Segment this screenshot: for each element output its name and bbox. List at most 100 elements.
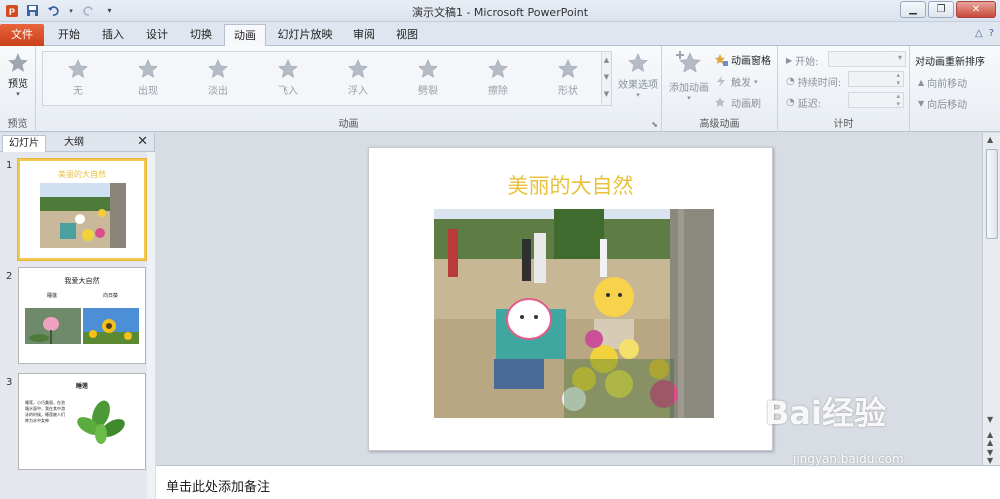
start-label: 开始: — [795, 57, 819, 68]
delay-spinner[interactable]: ▴ ▾ — [848, 92, 904, 108]
ribbon-tabs: 文件 开始 插入 设计 切换 动画 幻灯片放映 审阅 视图 △ ? — [0, 22, 1000, 47]
duration-spinner[interactable]: ▴ ▾ — [848, 71, 904, 87]
thumb-caption: 睡莲 — [47, 293, 58, 299]
tab-slideshow[interactable]: 幻灯片放映 — [270, 24, 340, 46]
panel-scrollbar[interactable] — [147, 152, 155, 499]
restore-button[interactable]: ❐ — [928, 1, 954, 18]
tab-transitions[interactable]: 切换 — [180, 24, 222, 46]
move-later-button[interactable]: ▼ 向后移动 — [918, 96, 967, 111]
trigger-label: 触发 — [731, 78, 751, 89]
thumb-body: 睡莲，小巧美丽，在池塘水面中，我在其中游泳的时候，睡莲被人们称为水中女神 — [25, 400, 65, 423]
lotus-image — [25, 308, 81, 344]
effect-options-icon — [628, 53, 648, 72]
add-animation-button[interactable]: 添加动画 ▾ — [666, 50, 712, 102]
slide-thumbnail-3[interactable]: 睡莲 睡莲，小巧美丽，在池塘水面中，我在其中游泳的时候，睡莲被人们称为水中女神 — [18, 373, 146, 470]
gallery-label: 劈裂 — [418, 86, 438, 97]
chevron-down-icon: ▾ — [897, 53, 902, 62]
tab-outline[interactable]: 大纲 — [58, 135, 90, 152]
dialog-launcher-icon[interactable]: ⬊ — [651, 120, 658, 129]
preview-button[interactable]: 预览 ▾ — [5, 52, 31, 98]
nature-photo — [434, 209, 714, 418]
slide-thumbnail-1[interactable]: 美丽的大自然 — [18, 159, 146, 260]
slide-number: 1 — [6, 160, 13, 171]
minimize-ribbon-icon[interactable]: △ — [975, 28, 983, 39]
chevron-down-icon: ▾ — [754, 77, 758, 86]
gallery-item-fade[interactable]: 淡出 — [188, 58, 248, 97]
slide-number: 3 — [6, 377, 13, 388]
notes-pane[interactable]: 单击此处添加备注 — [156, 465, 1000, 499]
scroll-down-icon[interactable]: ▼ — [987, 415, 993, 424]
gallery-more-icon[interactable]: ▼ — [602, 86, 611, 103]
close-icon[interactable]: ✕ — [137, 134, 148, 149]
chevron-down-icon: ▾ — [636, 91, 640, 99]
tab-insert[interactable]: 插入 — [92, 24, 134, 46]
star-icon — [208, 59, 228, 78]
advanced-group-label: 高级动画 — [699, 119, 740, 130]
slide-number: 2 — [6, 271, 13, 282]
animation-group-label: 动画 — [338, 119, 359, 130]
star-icon — [348, 59, 368, 78]
tab-file[interactable]: 文件 — [0, 24, 44, 46]
thumb-title: 睡莲 — [75, 383, 88, 390]
next-slide-icon[interactable]: ▼ ▼ — [987, 449, 993, 465]
timing-group: ▶ 开始: ▾ ◔ 持续时间: ▴ ▾ ◔ 延迟: ▴ ▾ 计时 — [778, 46, 910, 132]
trigger-button[interactable]: 触发 ▾ — [714, 74, 758, 89]
add-animation-label: 添加动画 — [669, 83, 709, 94]
close-button[interactable]: ✕ — [956, 1, 996, 18]
gallery-item-float-in[interactable]: 浮入 — [328, 58, 388, 97]
delay-label: 延迟: — [797, 99, 822, 110]
tab-view[interactable]: 视图 — [388, 24, 426, 46]
scroll-up-icon[interactable]: ▲ — [987, 135, 993, 144]
spinner-arrows-icon[interactable]: ▴ ▾ — [896, 92, 900, 108]
tab-design[interactable]: 设计 — [136, 24, 178, 46]
gallery-label: 飞入 — [278, 86, 298, 97]
effect-options-button[interactable]: 效果选项 ▾ — [616, 52, 660, 99]
gallery-item-none[interactable]: 无 — [48, 58, 108, 97]
tab-home[interactable]: 开始 — [48, 24, 90, 46]
title-bar: P ▾ ▾ 演示文稿1 - Microsoft PowerPoint ▁ ❐ ✕ — [0, 0, 1000, 22]
tab-review[interactable]: 审阅 — [344, 24, 384, 46]
slide-photo[interactable] — [434, 209, 714, 418]
gallery-item-split[interactable]: 劈裂 — [398, 58, 458, 97]
gallery-scroll[interactable]: ▲ ▼ ▼ — [601, 52, 611, 105]
move-earlier-button[interactable]: ▲ 向前移动 — [918, 75, 967, 90]
reorder-group: 对动画重新排序 ▲ 向前移动 ▼ 向后移动 — [910, 46, 1000, 132]
animation-painter-label: 动画刷 — [731, 99, 761, 110]
help-icon[interactable]: ? — [989, 28, 994, 39]
scroll-down-icon[interactable]: ▼ — [602, 69, 611, 86]
chevron-down-icon: ▾ — [687, 94, 691, 102]
ribbon-controls: △ ? — [975, 28, 994, 39]
sunflower-image — [83, 308, 139, 344]
move-later-label: 向后移动 — [927, 100, 968, 111]
notes-placeholder: 单击此处添加备注 — [166, 480, 271, 495]
duration-label-row: ◔ 持续时间: — [786, 74, 841, 89]
baidu-watermark: Bai经验 — [765, 394, 886, 432]
animation-painter-button[interactable]: 动画刷 — [714, 95, 761, 110]
animation-pane-label: 动画窗格 — [731, 56, 771, 67]
thumb-caption: 向日葵 — [103, 293, 119, 299]
gallery-label: 无 — [73, 86, 83, 97]
start-dropdown[interactable]: ▾ — [828, 51, 906, 67]
tab-animations[interactable]: 动画 — [224, 24, 266, 47]
gallery-item-shape[interactable]: 形状 — [538, 58, 598, 97]
gallery-item-fly-in[interactable]: 飞入 — [258, 58, 318, 97]
lightning-icon — [717, 76, 725, 87]
scroll-up-icon[interactable]: ▲ — [602, 52, 611, 69]
gallery-item-wipe[interactable]: 擦除 — [468, 58, 528, 97]
animation-pane-button[interactable]: 动画窗格 — [714, 52, 771, 67]
spinner-arrows-icon[interactable]: ▴ ▾ — [896, 71, 900, 87]
minimize-button[interactable]: ▁ — [900, 1, 926, 18]
effect-options-label: 效果选项 — [618, 80, 658, 91]
slide-title[interactable]: 美丽的大自然 — [369, 170, 772, 200]
previous-slide-icon[interactable]: ▲ ▲ — [987, 431, 993, 447]
vertical-scrollbar[interactable]: ▲ ▼ ▲ ▲ ▼ ▼ — [982, 133, 1000, 465]
scroll-thumb[interactable] — [986, 149, 998, 239]
thumb-title: 我爱大自然 — [64, 277, 100, 285]
add-animation-icon — [676, 51, 701, 73]
thumb-photo — [40, 183, 126, 248]
gallery-item-appear[interactable]: 出现 — [118, 58, 178, 97]
current-slide[interactable]: 美丽的大自然 — [368, 147, 773, 451]
reorder-title: 对动画重新排序 — [915, 57, 985, 68]
slide-thumbnail-2[interactable]: 我爱大自然 睡莲 向日葵 — [18, 267, 146, 364]
tab-slides[interactable]: 幻灯片 — [2, 135, 46, 152]
